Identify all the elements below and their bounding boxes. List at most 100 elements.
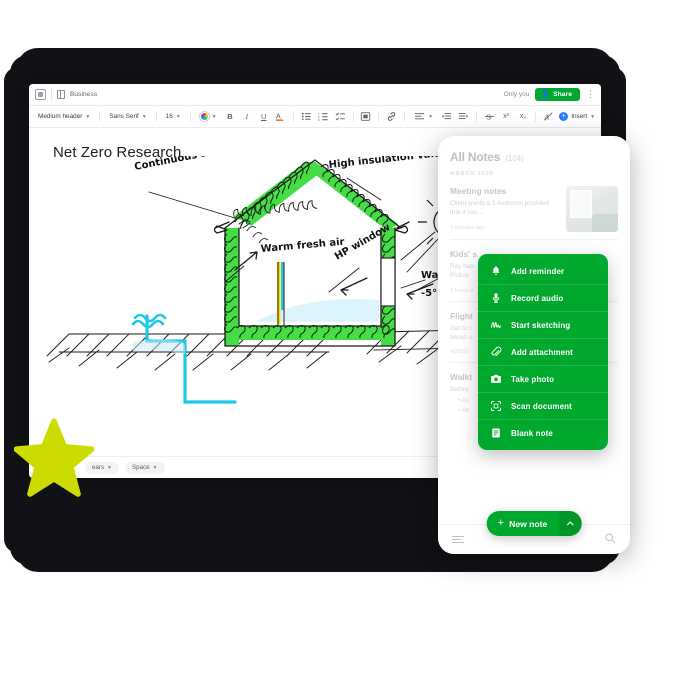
menu-item-blank-note[interactable]: Blank note xyxy=(478,419,608,446)
subscript-button[interactable]: x₂ xyxy=(517,110,530,124)
font-size-dropdown[interactable]: 16 ▼ xyxy=(163,111,184,122)
interior-shade xyxy=(255,298,379,322)
search-icon[interactable] xyxy=(604,531,616,549)
menu-item-label: Add reminder xyxy=(511,266,565,276)
new-note-button-group: + New note xyxy=(486,511,582,536)
notes-heading: All Notes xyxy=(450,150,501,164)
divider xyxy=(51,88,52,101)
superscript-button[interactable]: x² xyxy=(500,110,513,124)
menu-item-label: Take photo xyxy=(511,374,555,384)
menu-item-add-reminder[interactable]: Add reminder xyxy=(478,258,608,284)
divider xyxy=(378,111,380,122)
svg-text:3: 3 xyxy=(318,118,320,122)
annotation-continuous-air-barrier: Continuous air barrier xyxy=(133,156,258,173)
hamburger-icon[interactable] xyxy=(452,535,464,544)
clear-format-icon[interactable]: A xyxy=(542,110,555,124)
indent-icon[interactable] xyxy=(457,110,470,124)
font-label: Sans Serif xyxy=(109,113,139,120)
microphone-icon xyxy=(490,292,502,304)
menu-item-add-attachment[interactable]: Add attachment xyxy=(478,338,608,365)
menu-item-label: Blank note xyxy=(511,428,553,438)
scribble-icon xyxy=(490,319,502,331)
strikethrough-icon[interactable]: S xyxy=(483,110,496,124)
chevron-down-icon: ▼ xyxy=(85,113,91,120)
share-button[interactable]: 👤 Share xyxy=(535,88,580,101)
new-note-button[interactable]: + New note xyxy=(487,511,560,536)
note-snippet: Client wants a 2-bedroom provided that i… xyxy=(450,200,550,217)
menu-item-label: Add attachment xyxy=(511,347,573,357)
footer-dropdown-space[interactable]: Space ▼ xyxy=(125,461,165,474)
style-label: Medium header xyxy=(38,113,83,120)
menu-item-label: Start sketching xyxy=(511,320,571,330)
checklist-icon[interactable] xyxy=(334,110,347,124)
menu-item-take-photo[interactable]: Take photo xyxy=(478,365,608,392)
chevron-down-icon: ▼ xyxy=(211,113,217,120)
numbered-list-icon[interactable]: 123 xyxy=(317,110,330,124)
formatting-toolbar: Medium header ▼ Sans Serif ▼ 16 ▼ ▼ B I … xyxy=(29,106,601,128)
menu-item-record-audio[interactable]: Record audio xyxy=(478,284,608,311)
bell-icon xyxy=(490,265,502,277)
chevron-down-icon: ▼ xyxy=(141,113,147,120)
divider xyxy=(189,111,191,122)
color-picker-button[interactable]: ▼ xyxy=(197,110,220,123)
hp-window xyxy=(380,257,396,307)
water-squiggle xyxy=(131,313,167,329)
note-timestamp: 3 minutes ago xyxy=(450,224,486,231)
paperclip-icon xyxy=(490,346,502,358)
kebab-menu-icon[interactable]: ⋮ xyxy=(586,90,595,99)
note-thumbnail xyxy=(566,186,618,232)
camera-icon xyxy=(490,373,502,385)
arrows xyxy=(234,251,434,300)
text-color-button[interactable]: A xyxy=(274,110,287,124)
divider xyxy=(475,111,477,122)
outdent-icon[interactable] xyxy=(440,110,453,124)
menu-item-label: Scan document xyxy=(511,401,572,411)
divider xyxy=(535,111,537,122)
breadcrumb[interactable]: Business xyxy=(70,91,97,98)
bold-button[interactable]: B xyxy=(224,110,237,124)
insert-label: Insert xyxy=(571,113,588,120)
leader-lines xyxy=(148,177,448,293)
chevron-down-icon: ▼ xyxy=(152,464,158,471)
new-note-flyout-menu: Add reminder Record audio Start sketchin… xyxy=(478,254,608,450)
annotation-high-insulation-value: High insulation value xyxy=(328,156,448,171)
color-wheel-icon xyxy=(199,112,209,121)
divider xyxy=(155,111,157,122)
person-add-icon: 👤 xyxy=(541,91,551,98)
divider xyxy=(293,111,294,122)
svg-text:A: A xyxy=(276,111,281,120)
link-icon[interactable] xyxy=(385,110,398,124)
chevron-down-icon: ▼ xyxy=(590,113,596,120)
code-block-icon[interactable] xyxy=(360,110,373,124)
notes-heading-row: All Notes (104) xyxy=(450,150,618,164)
divider xyxy=(99,111,101,122)
bulleted-list-icon[interactable] xyxy=(300,110,313,124)
new-note-expand-button[interactable] xyxy=(559,511,582,536)
align-dropdown[interactable]: ▼ xyxy=(411,109,436,124)
plus-icon: + xyxy=(497,517,505,529)
font-family-dropdown[interactable]: Sans Serif ▼ xyxy=(106,111,149,122)
menu-item-label: Record audio xyxy=(511,293,564,303)
divider xyxy=(352,111,354,122)
underline-button[interactable]: U xyxy=(257,110,270,124)
notebook-icon xyxy=(57,90,65,99)
notes-count: (104) xyxy=(505,154,524,163)
grid-icon[interactable] xyxy=(35,89,46,100)
sun-rays xyxy=(400,231,440,273)
list-item[interactable]: Meeting notes Client wants a 2-bedroom p… xyxy=(450,177,618,240)
italic-button[interactable]: I xyxy=(240,110,253,124)
insert-button[interactable]: + Insert ▼ xyxy=(559,112,595,121)
divider xyxy=(404,111,406,122)
annotation-temperature: -5° xyxy=(421,288,437,299)
star-shape xyxy=(14,418,94,497)
chevron-down-icon: ▼ xyxy=(107,464,112,471)
size-label: 16 xyxy=(165,113,173,120)
menu-item-start-sketching[interactable]: Start sketching xyxy=(478,311,608,338)
chevron-down-icon: ▼ xyxy=(428,113,434,120)
menu-item-scan-document[interactable]: Scan document xyxy=(478,392,608,419)
phone-window: All Notes (104) MARCH 2020 Meeting notes… xyxy=(438,136,630,554)
chevron-down-icon: ▼ xyxy=(175,113,181,120)
new-note-label: New note xyxy=(509,518,548,529)
paragraph-style-dropdown[interactable]: Medium header ▼ xyxy=(35,111,93,122)
annotation-warm-fresh-air: Warm fresh air xyxy=(260,237,345,255)
